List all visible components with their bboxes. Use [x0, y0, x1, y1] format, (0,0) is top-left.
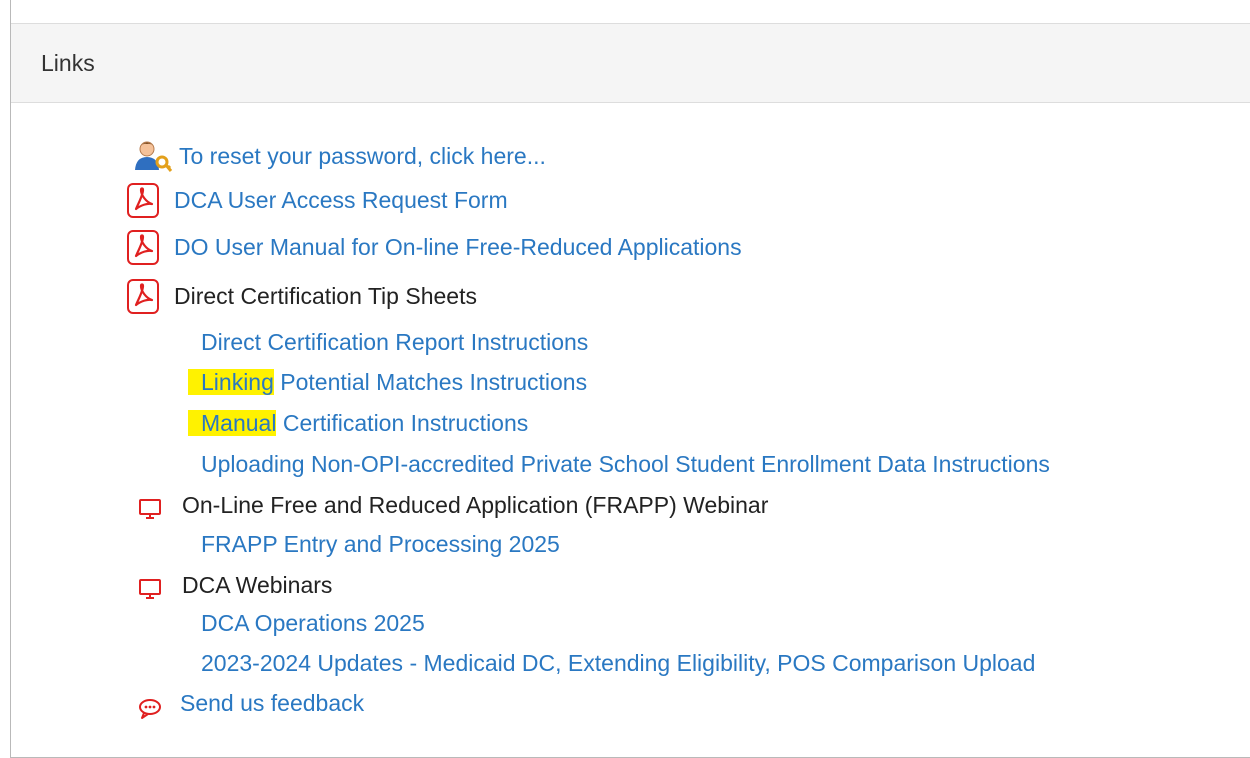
feedback-link[interactable]: Send us feedback — [180, 683, 364, 723]
direct-cert-tips-row: Direct Certification Tip Sheets — [126, 276, 477, 316]
frapp-entry-row: FRAPP Entry and Processing 2025 — [201, 524, 560, 564]
dca-webinars-row: DCA Webinars — [138, 565, 332, 605]
monitor-icon — [138, 493, 162, 519]
manual-cert-row: Manual Certification Instructions — [188, 403, 528, 443]
do-user-manual-link[interactable]: DO User Manual for On-line Free-Reduced … — [174, 227, 742, 267]
pdf-icon — [126, 278, 160, 315]
frapp-webinar-row: On-Line Free and Reduced Application (FR… — [138, 485, 768, 525]
dca-access-form-link[interactable]: DCA User Access Request Form — [174, 180, 508, 220]
link-text: Certification Instructions — [276, 410, 529, 436]
user-key-icon — [133, 138, 173, 174]
reset-password-row: To reset your password, click here... — [133, 136, 546, 176]
updates-2023-row: 2023-2024 Updates - Medicaid DC, Extendi… — [201, 643, 1035, 683]
do-user-manual-row: DO User Manual for On-line Free-Reduced … — [126, 227, 742, 267]
frapp-entry-link[interactable]: FRAPP Entry and Processing 2025 — [201, 524, 560, 564]
panel-heading: Links — [11, 23, 1250, 103]
highlight-mark: Manual — [188, 410, 277, 436]
monitor-icon — [138, 573, 162, 599]
reset-password-link[interactable]: To reset your password, click here... — [179, 136, 546, 176]
direct-cert-report-row: Direct Certification Report Instructions — [201, 322, 588, 362]
linking-matches-row: Linking Potential Matches Instructions — [188, 362, 587, 402]
direct-cert-tips-heading: Direct Certification Tip Sheets — [174, 283, 477, 309]
dca-access-form-row: DCA User Access Request Form — [126, 180, 508, 220]
dca-operations-row: DCA Operations 2025 — [201, 603, 425, 643]
pdf-icon — [126, 229, 160, 266]
manual-cert-link[interactable]: Manual Certification Instructions — [188, 403, 528, 443]
link-text: Potential Matches Instructions — [273, 369, 588, 395]
dca-operations-link[interactable]: DCA Operations 2025 — [201, 603, 425, 643]
panel-title: Links — [41, 50, 95, 76]
updates-2023-link[interactable]: 2023-2024 Updates - Medicaid DC, Extendi… — [201, 643, 1035, 683]
linking-matches-link[interactable]: Linking Potential Matches Instructions — [188, 362, 587, 402]
feedback-row: Send us feedback — [138, 683, 364, 723]
uploading-non-opi-row: Uploading Non-OPI-accredited Private Sch… — [201, 444, 1050, 484]
chat-icon — [138, 692, 162, 719]
direct-cert-report-link[interactable]: Direct Certification Report Instructions — [201, 322, 588, 362]
frapp-webinar-heading: On-Line Free and Reduced Application (FR… — [182, 492, 769, 518]
pdf-icon — [126, 182, 160, 219]
highlight-mark: Linking — [188, 369, 274, 395]
uploading-non-opi-link[interactable]: Uploading Non-OPI-accredited Private Sch… — [201, 444, 1050, 484]
dca-webinars-heading: DCA Webinars — [182, 572, 333, 598]
